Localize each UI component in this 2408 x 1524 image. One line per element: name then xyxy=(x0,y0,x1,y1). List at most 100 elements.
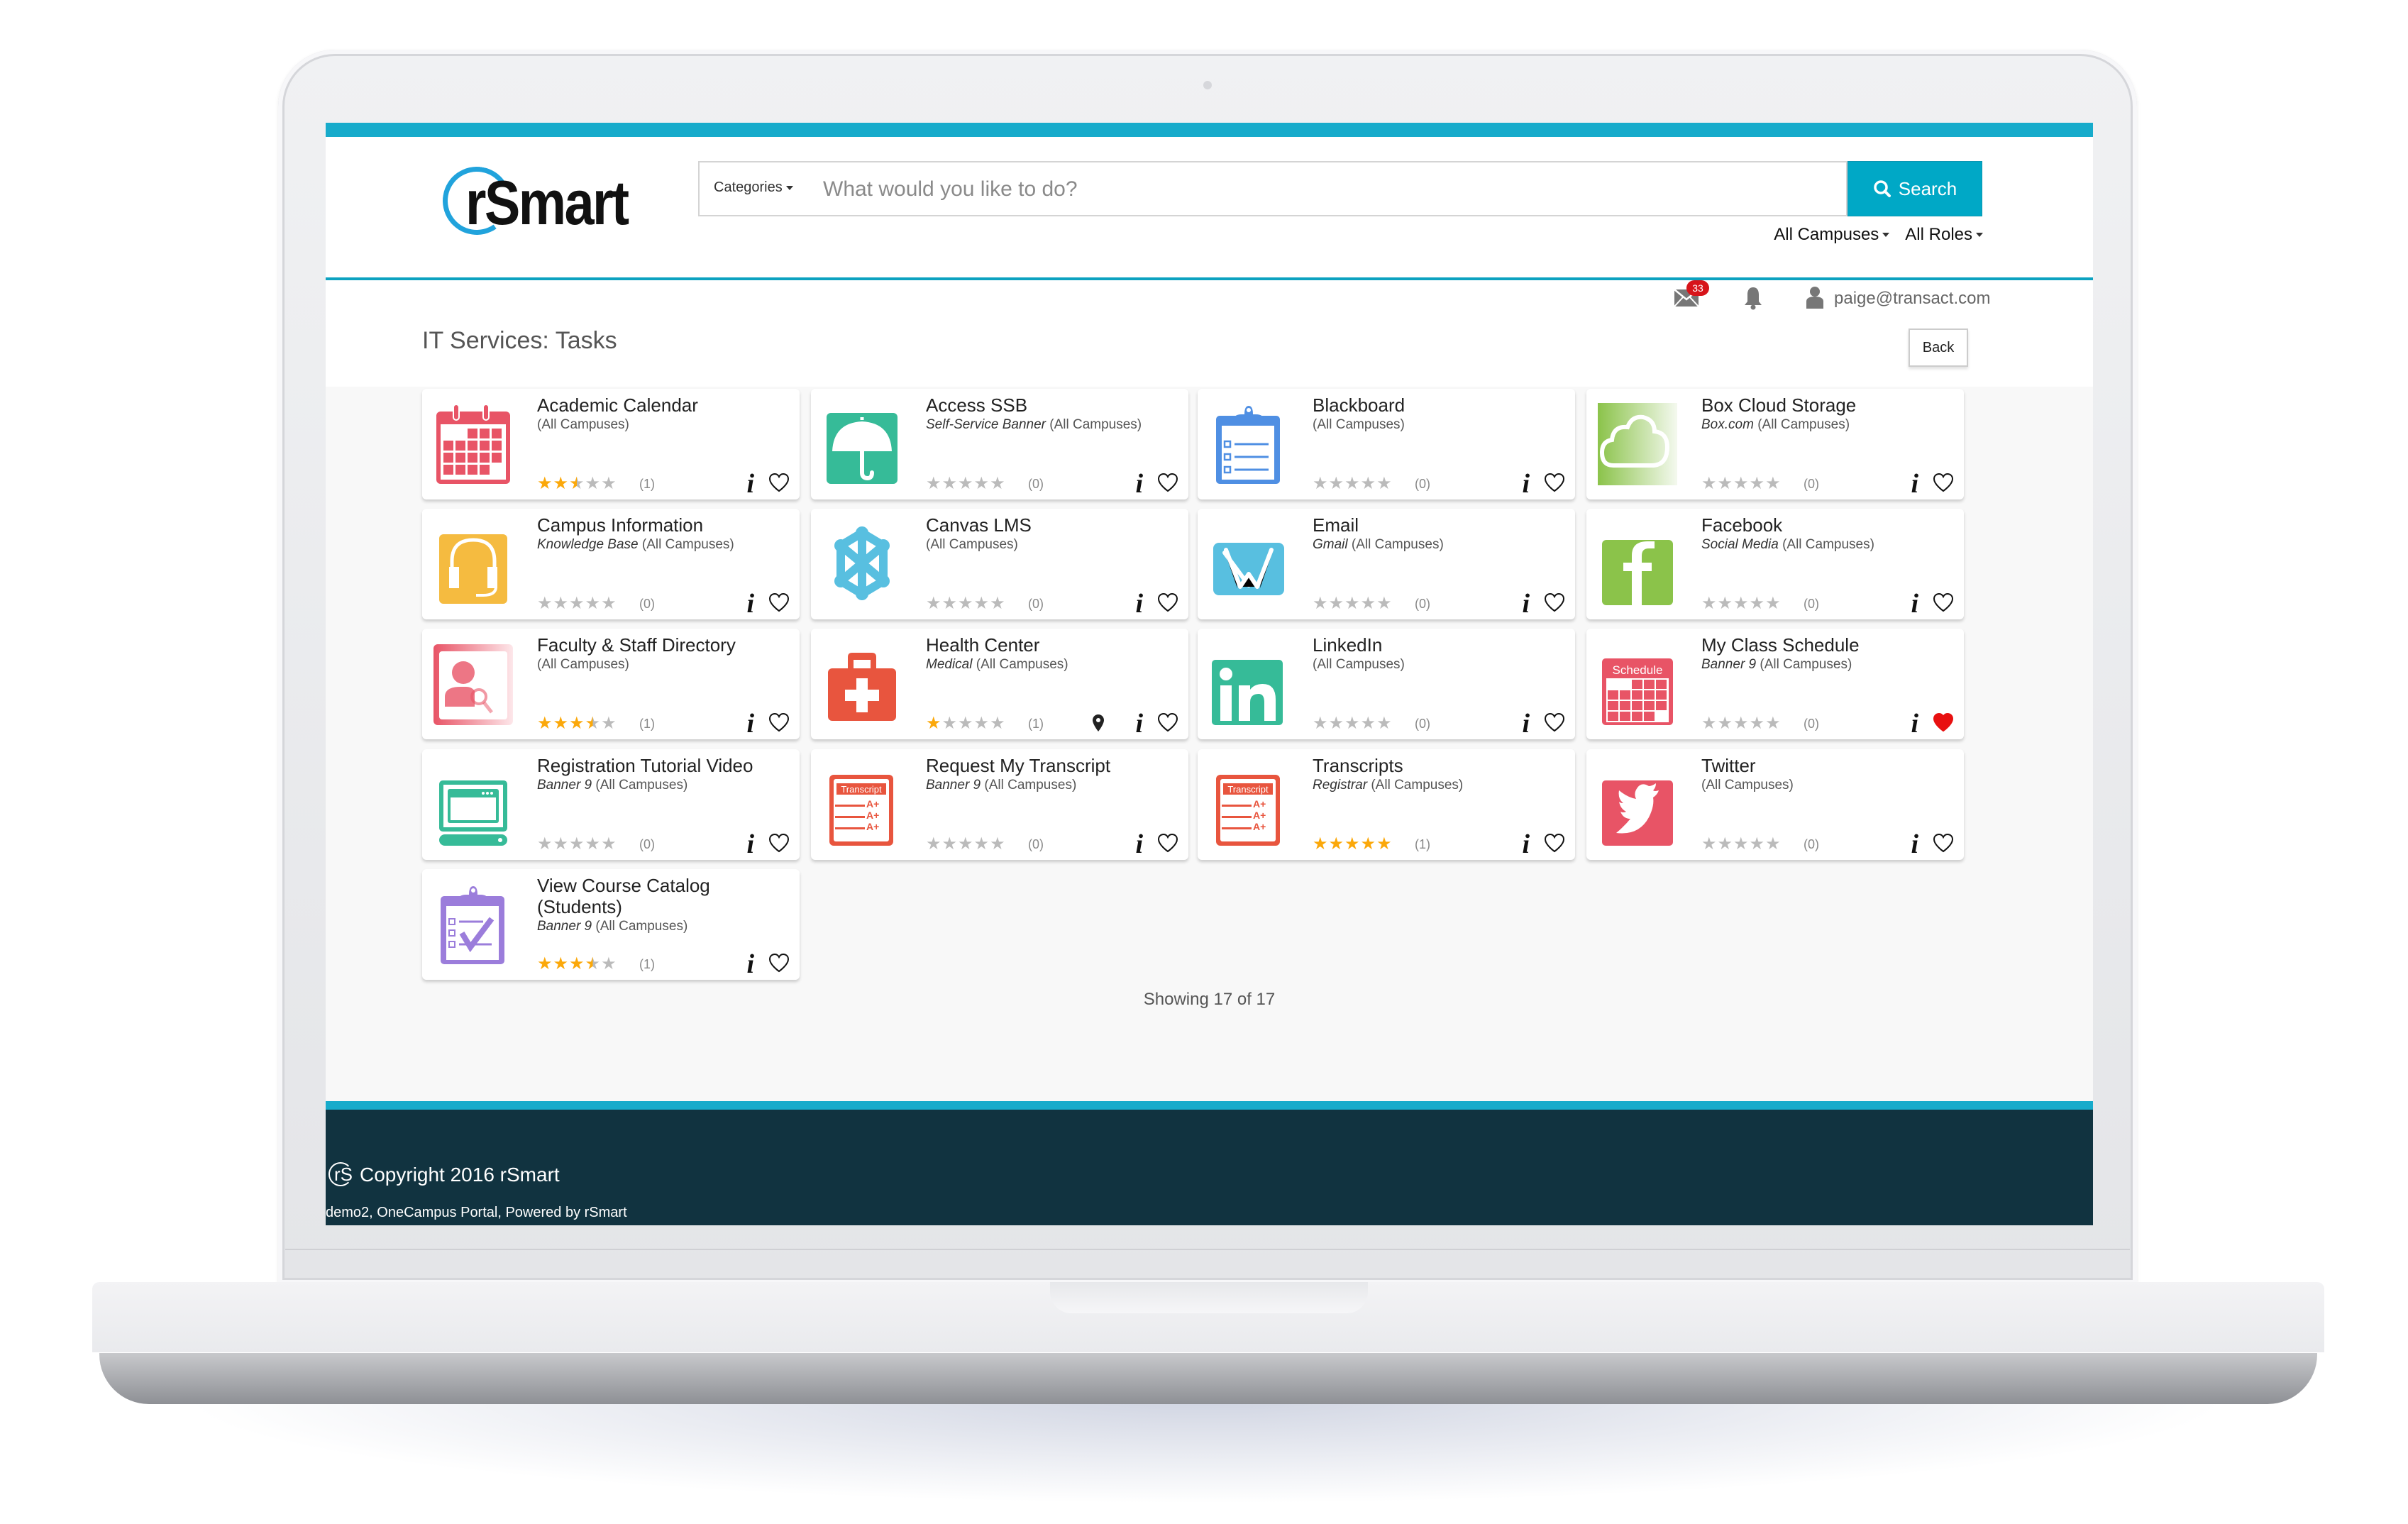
heart-outline-icon[interactable] xyxy=(1157,592,1178,612)
heart-outline-icon[interactable] xyxy=(1544,592,1565,612)
task-card[interactable]: Facebook Social Media (All Campuses) ★ ★ ★ ★ ★… xyxy=(1586,509,1964,619)
task-card[interactable]: Campus Information Knowledge Base (All Ca… xyxy=(422,509,800,619)
star-empty-icon[interactable]: ★ xyxy=(1750,475,1765,492)
star-empty-icon[interactable]: ★ xyxy=(1718,595,1733,612)
star-empty-icon[interactable]: ★ xyxy=(537,595,553,612)
rating-stars[interactable]: ★ ★ ★ ★ ★ xyxy=(537,475,617,492)
info-icon[interactable]: i xyxy=(1135,468,1143,499)
star-empty-icon[interactable]: ★ xyxy=(974,715,990,732)
computer-icon[interactable] xyxy=(433,762,513,846)
info-icon[interactable]: i xyxy=(1911,468,1918,499)
envelope-icon[interactable] xyxy=(1209,521,1288,605)
star-empty-icon[interactable]: ★ xyxy=(1344,595,1360,612)
star-empty-icon[interactable]: ★ xyxy=(958,595,973,612)
task-card[interactable]: Twitter (All Campuses) ★ ★ ★ ★ ★ (0) i xyxy=(1586,749,1964,860)
rsmart-logo[interactable]: rSmart ® xyxy=(437,161,768,242)
heart-outline-icon[interactable] xyxy=(1544,833,1565,853)
heart-outline-icon[interactable] xyxy=(1157,833,1178,853)
umbrella-icon[interactable] xyxy=(822,402,902,485)
rating-stars[interactable]: ★ ★ ★ ★ ★ xyxy=(1313,836,1392,853)
heart-outline-icon[interactable] xyxy=(1544,473,1565,492)
task-title[interactable]: Request My Transcript Banner 9 (All Campu… xyxy=(926,755,1167,795)
star-empty-icon[interactable]: ★ xyxy=(1329,475,1344,492)
star-empty-icon[interactable]: ★ xyxy=(1750,836,1765,853)
star-empty-icon[interactable]: ★ xyxy=(585,595,601,612)
heart-outline-icon[interactable] xyxy=(768,953,790,973)
star-empty-icon[interactable]: ★ xyxy=(1733,475,1749,492)
info-icon[interactable]: i xyxy=(746,949,754,980)
info-icon[interactable]: i xyxy=(1522,829,1530,860)
star-empty-icon[interactable]: ★ xyxy=(1701,836,1717,853)
star-empty-icon[interactable]: ★ xyxy=(1765,715,1781,732)
cloud-icon[interactable] xyxy=(1598,402,1677,485)
star-empty-icon[interactable]: ★ xyxy=(1733,715,1749,732)
rating-stars[interactable]: ★ ★ ★ ★ ★ xyxy=(1701,595,1781,612)
location-pin-icon[interactable] xyxy=(1092,714,1105,732)
user-email[interactable]: paige@transact.com xyxy=(1834,289,1990,309)
star-filled-icon[interactable]: ★ xyxy=(553,475,569,492)
star-empty-icon[interactable]: ★ xyxy=(585,475,601,492)
heart-filled-icon[interactable] xyxy=(1933,712,1954,732)
info-icon[interactable]: i xyxy=(1135,829,1143,860)
task-title[interactable]: Blackboard (All Campuses) xyxy=(1313,394,1554,434)
star-empty-icon[interactable]: ★ xyxy=(1344,715,1360,732)
star-filled-icon[interactable]: ★ xyxy=(569,715,585,732)
star-filled-icon[interactable]: ★ xyxy=(569,956,585,973)
star-half-icon[interactable]: ★ xyxy=(585,956,601,973)
star-empty-icon[interactable]: ★ xyxy=(1765,475,1781,492)
task-title[interactable]: Transcripts Registrar (All Campuses) xyxy=(1313,755,1554,795)
star-empty-icon[interactable]: ★ xyxy=(1733,836,1749,853)
info-icon[interactable]: i xyxy=(746,588,754,619)
rating-stars[interactable]: ★ ★ ★ ★ ★ xyxy=(926,836,1005,853)
star-empty-icon[interactable]: ★ xyxy=(942,475,958,492)
campus-filter-dropdown[interactable]: All Campuses xyxy=(1774,225,1890,245)
star-empty-icon[interactable]: ★ xyxy=(1701,715,1717,732)
rating-stars[interactable]: ★ ★ ★ ★ ★ xyxy=(1313,475,1392,492)
star-empty-icon[interactable]: ★ xyxy=(1376,475,1392,492)
task-title[interactable]: Twitter (All Campuses) xyxy=(1701,755,1943,795)
heart-outline-icon[interactable] xyxy=(1544,712,1565,732)
star-empty-icon[interactable]: ★ xyxy=(1313,475,1328,492)
facebook-icon[interactable] xyxy=(1598,521,1677,605)
star-empty-icon[interactable]: ★ xyxy=(926,475,941,492)
calendar-icon[interactable] xyxy=(433,402,513,485)
star-empty-icon[interactable]: ★ xyxy=(585,836,601,853)
star-empty-icon[interactable]: ★ xyxy=(1344,475,1360,492)
rating-stars[interactable]: ★ ★ ★ ★ ★ xyxy=(926,475,1005,492)
star-empty-icon[interactable]: ★ xyxy=(1701,595,1717,612)
task-title[interactable]: Facebook Social Media (All Campuses) xyxy=(1701,514,1943,554)
star-filled-icon[interactable]: ★ xyxy=(1313,836,1328,853)
star-empty-icon[interactable]: ★ xyxy=(926,836,941,853)
star-empty-icon[interactable]: ★ xyxy=(1718,715,1733,732)
transcript-icon[interactable]: Transcript A+ A+ A+ xyxy=(1209,762,1288,846)
star-empty-icon[interactable]: ★ xyxy=(942,715,958,732)
task-title[interactable]: Access SSB Self-Service Banner (All Campu… xyxy=(926,394,1167,434)
rating-stars[interactable]: ★ ★ ★ ★ ★ xyxy=(537,836,617,853)
info-icon[interactable]: i xyxy=(1522,588,1530,619)
task-card[interactable]: Health Center Medical (All Campuses) ★ ★ ★ ★ ★… xyxy=(811,629,1188,739)
star-empty-icon[interactable]: ★ xyxy=(1313,715,1328,732)
info-icon[interactable]: i xyxy=(746,708,754,739)
heart-outline-icon[interactable] xyxy=(768,833,790,853)
star-filled-icon[interactable]: ★ xyxy=(537,475,553,492)
rating-stars[interactable]: ★ ★ ★ ★ ★ xyxy=(537,956,617,973)
star-empty-icon[interactable]: ★ xyxy=(1765,836,1781,853)
star-filled-icon[interactable]: ★ xyxy=(1361,836,1376,853)
star-empty-icon[interactable]: ★ xyxy=(1376,595,1392,612)
star-empty-icon[interactable]: ★ xyxy=(926,595,941,612)
task-card[interactable]: Faculty & Staff Directory (All Campuses) ★… xyxy=(422,629,800,739)
star-filled-icon[interactable]: ★ xyxy=(1344,836,1360,853)
star-empty-icon[interactable]: ★ xyxy=(601,715,617,732)
star-empty-icon[interactable]: ★ xyxy=(990,595,1005,612)
star-empty-icon[interactable]: ★ xyxy=(958,475,973,492)
heart-outline-icon[interactable] xyxy=(768,473,790,492)
star-empty-icon[interactable]: ★ xyxy=(1329,595,1344,612)
info-icon[interactable]: i xyxy=(1911,588,1918,619)
star-empty-icon[interactable]: ★ xyxy=(601,595,617,612)
star-empty-icon[interactable]: ★ xyxy=(1718,475,1733,492)
star-empty-icon[interactable]: ★ xyxy=(942,836,958,853)
rating-stars[interactable]: ★ ★ ★ ★ ★ xyxy=(1313,715,1392,732)
medical-kit-icon[interactable] xyxy=(822,641,902,725)
task-title[interactable]: Health Center Medical (All Campuses) xyxy=(926,634,1167,674)
heart-outline-icon[interactable] xyxy=(1933,592,1954,612)
